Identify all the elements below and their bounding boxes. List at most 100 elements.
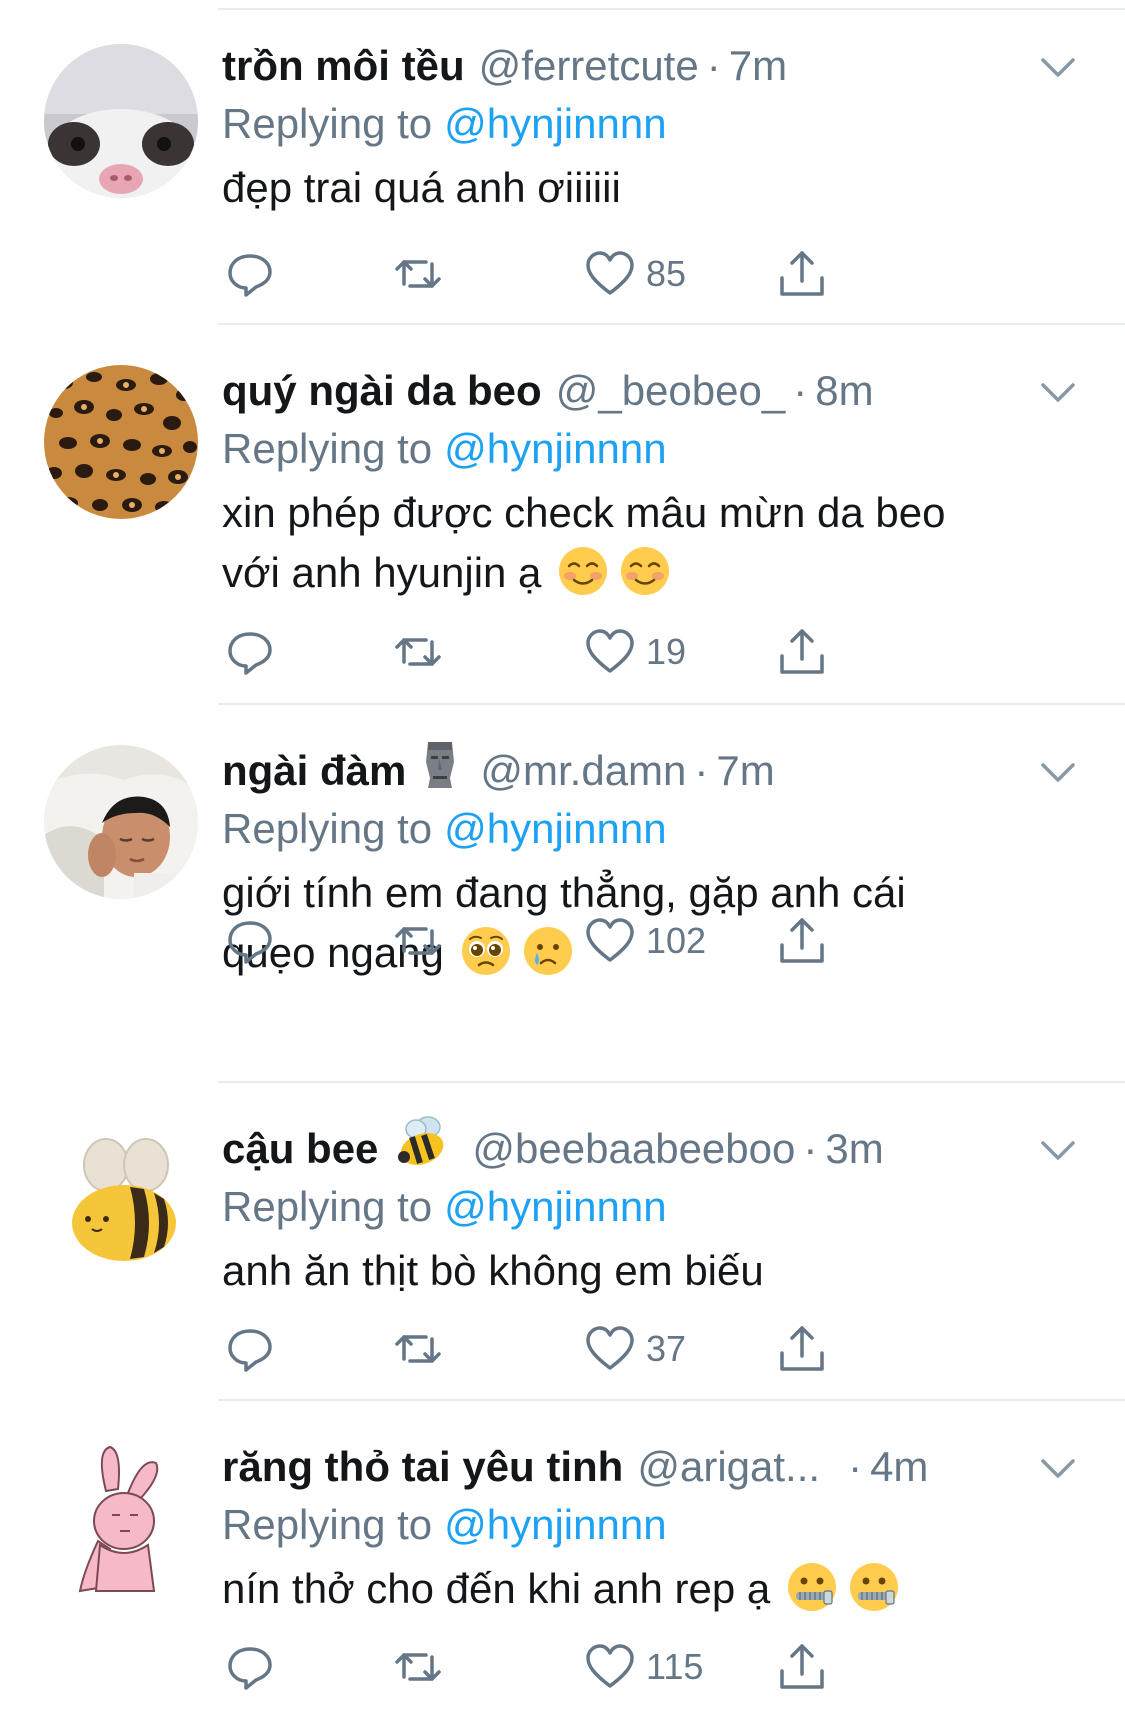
replying-label: Replying to [222,425,433,472]
tweet-text-line: với anh hyunjin ạ [222,549,542,596]
reply-tweet[interactable]: răng thỏ tai yêu tinh @arigat... · 4m Re… [0,1401,1125,1720]
like-count: 85 [646,253,687,294]
reply-button[interactable] [224,622,276,682]
heart-icon [586,1644,634,1688]
like-count: 102 [646,920,707,961]
tweet-text-line: anh ăn thịt bò không em biếu [222,1247,764,1294]
tweet-text-line: nín thở cho đến khi anh rep ạ [222,1565,771,1612]
chevron-down-icon[interactable] [1035,1127,1081,1173]
bee-emoji [398,1116,444,1165]
like-count: 115 [646,1646,704,1687]
share-button[interactable] [776,1319,828,1379]
display-name[interactable]: ngài đàm [222,743,406,799]
smiling-blush-emoji [621,547,670,595]
chevron-down-icon[interactable] [1035,369,1081,415]
timestamp[interactable]: 4m [870,1439,928,1495]
reply-icon [228,1647,272,1690]
reply-tweet[interactable]: trồn môi tều @ferretcute · 7m Replying t… [0,0,1125,325]
tweet-text: đẹp trai quá anh ơiiiiii [222,158,1045,218]
mention-link[interactable]: @hynjinnnn [444,1501,666,1548]
replying-label: Replying to [222,1183,433,1230]
like-count: 19 [646,631,687,672]
reply-tweet[interactable]: ngài đàm @mr.damn · 7m Replying to @hynji… [0,705,1125,1083]
user-handle[interactable]: @beebaabeeboo [472,1121,795,1177]
avatar[interactable] [44,745,198,899]
avatar[interactable] [44,44,198,198]
action-bar: 85 [222,244,1125,304]
retweet-button[interactable] [392,1319,444,1379]
user-handle[interactable]: @_beobeo_ [556,363,786,419]
avatar[interactable] [44,365,198,519]
mention-link[interactable]: @hynjinnnn [444,100,666,147]
share-icon [780,918,824,963]
tweet-header: trồn môi tều @ferretcute · 7m [222,38,1015,94]
sleeping-man-avatar [44,745,198,899]
reply-button[interactable] [224,244,276,304]
action-bar: 19 [222,622,1125,682]
timestamp[interactable]: 3m [825,1121,883,1177]
chevron-down-icon[interactable] [1035,44,1081,90]
name-emoji [422,738,458,804]
tweet-text: anh ăn thịt bò không em biếu [222,1241,1045,1301]
reply-icon [228,632,272,675]
tweet-header: cậu bee @beebaabeeboo · 3m [222,1116,1015,1177]
tweet-text: xin phép được check mâu mừn da beo với a… [222,483,1045,603]
display-name[interactable]: cậu bee [222,1121,378,1177]
reply-icon [228,254,272,297]
timestamp[interactable]: 8m [815,363,873,419]
chevron-down-icon[interactable] [1035,1445,1081,1491]
like-button[interactable]: 115 [584,1637,703,1697]
user-handle[interactable]: @arigat... [637,1439,820,1495]
tweet-text-line-with-emoji: với anh hyunjin ạ [222,543,1045,603]
user-handle[interactable]: @mr.damn [480,743,686,799]
retweet-button[interactable] [392,622,444,682]
bee-avatar [44,1123,198,1277]
share-button[interactable] [776,1637,828,1697]
user-handle[interactable]: @ferretcute [479,38,699,94]
action-bar: 37 [222,1319,1125,1379]
avatar[interactable] [44,1123,198,1277]
share-button[interactable] [776,244,828,304]
reply-tweet[interactable]: cậu bee @beebaabeeboo · 3m Replying to @h… [0,1083,1125,1401]
separator-dot: · [803,1125,818,1172]
tweet-text-line: xin phép được check mâu mừn da beo [222,489,946,536]
ferret-avatar [44,44,198,198]
reply-button[interactable] [224,1319,276,1379]
tweet-header: quý ngài da beo @_beobeo_ · 8m [222,363,1015,419]
timestamp[interactable]: 7m [716,743,774,799]
reply-button[interactable] [224,911,276,971]
like-button[interactable]: 37 [584,1319,686,1379]
retweet-button[interactable] [392,244,444,304]
timestamp[interactable]: 7m [729,38,787,94]
like-count: 37 [646,1328,687,1369]
reply-tweet[interactable]: quý ngài da beo @_beobeo_ · 8m Replying … [0,325,1125,705]
separator-dot: · [706,42,721,89]
display-name[interactable]: quý ngài da beo [222,363,542,419]
separator-dot: · [848,1443,863,1490]
name-emoji [394,1115,450,1183]
zipper-mouth-face-emoji [850,1563,899,1611]
share-button[interactable] [776,622,828,682]
retweet-button[interactable] [392,1637,444,1697]
display-name[interactable]: trồn môi tều [222,38,465,94]
display-name[interactable]: răng thỏ tai yêu tinh [222,1439,623,1495]
share-button[interactable] [776,911,828,971]
reply-button[interactable] [224,1637,276,1697]
moai-emoji [426,742,455,788]
retweet-button[interactable] [392,911,444,971]
like-button[interactable]: 102 [584,911,706,971]
chevron-down-icon[interactable] [1035,749,1081,795]
retweet-icon [395,1335,441,1363]
replying-label: Replying to [222,805,433,852]
mention-link[interactable]: @hynjinnnn [444,805,666,852]
avatar[interactable] [44,1441,198,1595]
tweet-text-line-with-emoji: nín thở cho đến khi anh rep ạ [222,1559,1045,1619]
mention-link[interactable]: @hynjinnnn [444,425,666,472]
like-button[interactable]: 85 [584,244,686,304]
replying-to-line: Replying to @hynjinnnn [222,421,667,477]
reply-icon [228,1329,272,1372]
like-button[interactable]: 19 [584,622,686,682]
retweet-icon [395,260,441,288]
mention-link[interactable]: @hynjinnnn [444,1183,666,1230]
heart-icon [586,1326,634,1370]
